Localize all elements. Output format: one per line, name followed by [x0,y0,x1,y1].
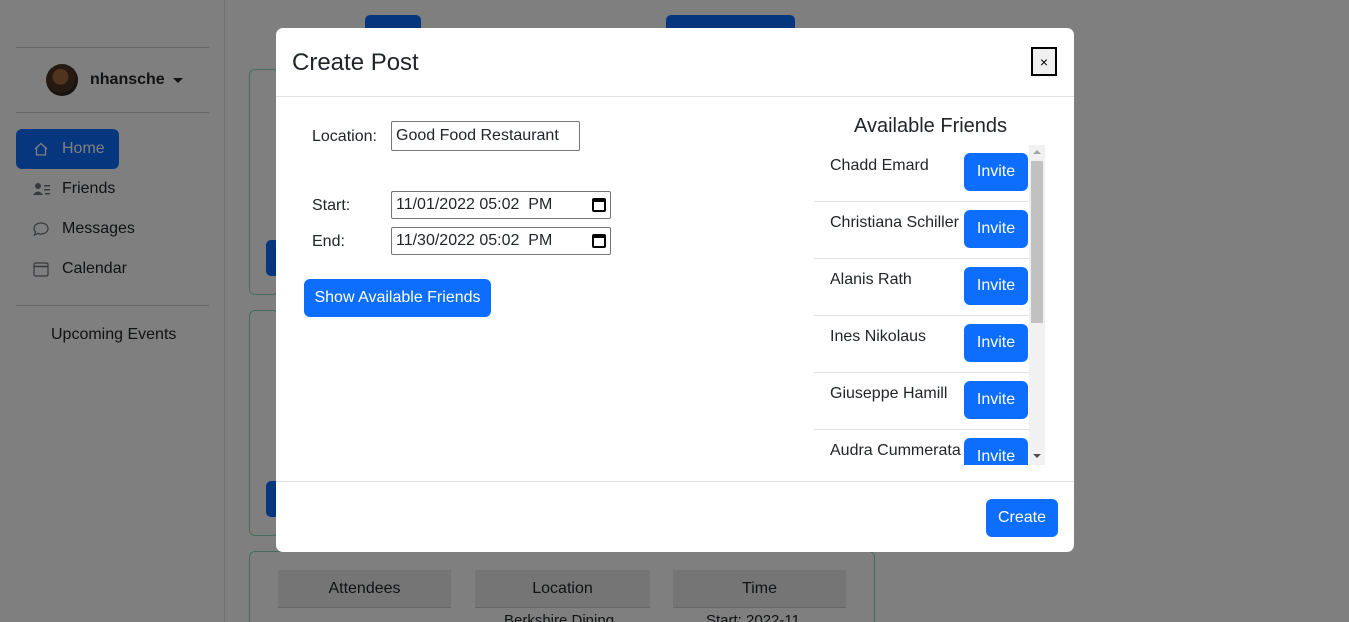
scrollbar[interactable] [1029,145,1045,465]
start-label: Start: [312,197,351,214]
start-datetime-input[interactable]: 11/01/2022 05:02 PM [391,191,611,219]
scroll-up-icon[interactable] [1033,150,1041,154]
invite-button[interactable]: Invite [964,381,1028,419]
available-friends-title: Available Friends [854,115,1008,137]
create-button[interactable]: Create [986,499,1058,537]
close-button[interactable]: × [1031,47,1057,76]
friend-name: Alanis Rath [830,271,912,288]
friends-list[interactable]: Chadd Emard Invite Christiana Schiller I… [814,145,1045,465]
create-post-modal: Create Post × Location: Good Food Restau… [276,28,1074,552]
list-item: Christiana Schiller Invite [814,202,1029,259]
list-item: Alanis Rath Invite [814,259,1029,316]
end-datetime-input[interactable]: 11/30/2022 05:02 PM [391,227,611,255]
list-item: Giuseppe Hamill Invite [814,373,1029,430]
friend-name: Audra Cummerata [830,442,961,459]
modal-body: Location: Good Food Restaurant Start: 11… [276,97,1074,481]
end-label: End: [312,233,345,250]
scroll-down-icon[interactable] [1033,454,1041,458]
end-datetime-value: 11/30/2022 05:02 PM [396,232,553,249]
friend-name: Giuseppe Hamill [830,385,948,402]
list-item: Audra Cummerata Invite [814,430,1029,465]
modal-title: Create Post [292,49,419,76]
start-datetime-value: 11/01/2022 05:02 PM [396,196,553,213]
invite-button[interactable]: Invite [964,438,1028,465]
list-item: Ines Nikolaus Invite [814,316,1029,373]
invite-button[interactable]: Invite [964,267,1028,305]
friend-name: Ines Nikolaus [830,328,927,345]
modal-header: Create Post × [276,28,1074,97]
list-item: Chadd Emard Invite [814,145,1029,202]
calendar-picker-icon[interactable] [592,198,606,212]
invite-button[interactable]: Invite [964,153,1028,191]
modal-footer: Create [276,481,1074,552]
invite-button[interactable]: Invite [964,210,1028,248]
location-input[interactable]: Good Food Restaurant [391,121,580,151]
invite-button[interactable]: Invite [964,324,1028,362]
location-label: Location: [312,128,377,145]
show-available-friends-button[interactable]: Show Available Friends [304,279,491,317]
friend-name: Chadd Emard [830,157,929,174]
friend-name: Christiana Schiller [830,214,959,231]
scrollbar-thumb[interactable] [1031,161,1043,323]
calendar-picker-icon[interactable] [592,234,606,248]
